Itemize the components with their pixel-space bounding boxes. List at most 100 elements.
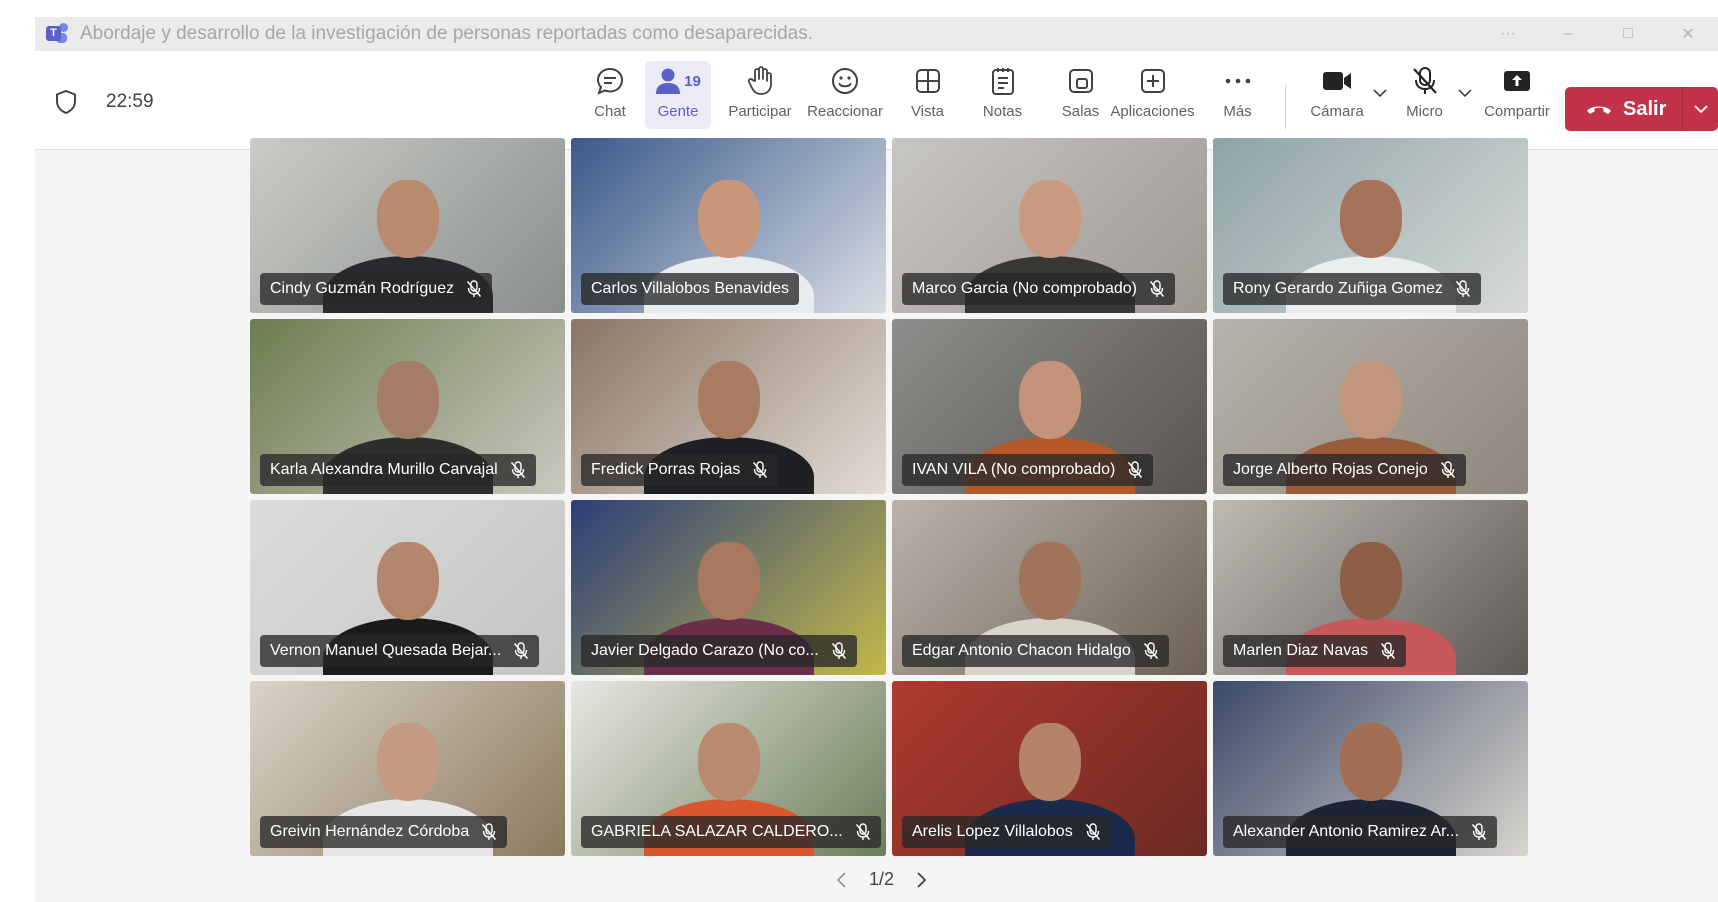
participant-nameplate: Arelis Lopez Villalobos	[902, 816, 1111, 848]
title-bar: T Abordaje y desarrollo de la investigac…	[35, 17, 1718, 51]
participant-name: Jorge Alberto Rojas Conejo	[1233, 461, 1428, 478]
more-label: Más	[1223, 103, 1252, 120]
maximize-icon[interactable]: □	[1598, 25, 1658, 43]
notes-button[interactable]: Notas	[975, 61, 1030, 129]
react-button[interactable]: Reaccionar	[800, 61, 890, 129]
camera-button[interactable]: Cámara	[1307, 61, 1367, 129]
participant-name: Arelis Lopez Villalobos	[912, 823, 1073, 840]
breakout-rooms-button[interactable]: Salas	[1053, 61, 1108, 129]
participant-tile[interactable]: Alexander Antonio Ramirez Ar...	[1213, 681, 1528, 856]
participant-tile[interactable]: Fredick Porras Rojas	[571, 319, 886, 494]
participant-name: Karla Alexandra Murillo Carvajal	[270, 461, 498, 478]
grid-view-icon	[915, 69, 940, 93]
people-button[interactable]: 19 Gente	[645, 61, 711, 129]
camera-options-chevron-icon[interactable]	[1372, 85, 1388, 101]
phone-hangup-icon	[1587, 106, 1611, 114]
participant-name: Cindy Guzmán Rodríguez	[270, 280, 455, 297]
toolbar-divider	[1285, 85, 1286, 129]
view-label: Vista	[910, 103, 945, 120]
share-label: Compartir	[1484, 103, 1550, 120]
participant-name: IVAN VILA (No comprobado)	[912, 461, 1116, 478]
camera-icon	[1323, 72, 1351, 90]
people-icon	[656, 68, 681, 94]
participant-nameplate: Karla Alexandra Murillo Carvajal	[260, 454, 536, 486]
view-button[interactable]: Vista	[900, 61, 955, 129]
more-button[interactable]: Más	[1215, 61, 1260, 129]
notes-label: Notas	[982, 103, 1023, 120]
participant-name: Fredick Porras Rojas	[591, 461, 741, 478]
window-title: Abordaje y desarrollo de la investigació…	[80, 23, 813, 44]
shield-icon[interactable]	[55, 89, 77, 115]
muted-mic-icon	[1143, 642, 1159, 660]
participant-tile[interactable]: Cindy Guzmán Rodríguez	[250, 138, 565, 313]
meeting-toolbar: 22:59 Chat 19 Gente Participar Reacciona…	[35, 51, 1718, 150]
muted-mic-icon	[1440, 461, 1456, 479]
muted-mic-icon	[513, 642, 529, 660]
apps-label: Aplicaciones	[1110, 103, 1195, 120]
window-controls: ··· – □ ✕	[1478, 17, 1718, 51]
raise-hand-label: Participar	[728, 103, 792, 120]
minimize-icon[interactable]: –	[1538, 25, 1598, 43]
mic-off-icon	[1412, 67, 1437, 94]
participant-name: Marlen Diaz Navas	[1233, 642, 1369, 659]
muted-mic-icon	[752, 461, 768, 479]
participant-nameplate: Vernon Manuel Quesada Bejar...	[260, 635, 540, 667]
chat-label: Chat	[594, 103, 626, 120]
participant-nameplate: Edgar Antonio Chacon Hidalgo	[902, 635, 1169, 667]
apps-button[interactable]: Aplicaciones	[1105, 61, 1200, 129]
participant-nameplate: GABRIELA SALAZAR CALDERO...	[581, 816, 881, 848]
participant-nameplate: Javier Delgado Carazo (No co...	[581, 635, 857, 667]
chat-button[interactable]: Chat	[580, 61, 640, 129]
participant-tile[interactable]: Greivin Hernández Córdoba	[250, 681, 565, 856]
participant-nameplate: Marco Garcia (No comprobado)	[902, 273, 1175, 305]
participant-nameplate: Jorge Alberto Rojas Conejo	[1223, 454, 1466, 486]
mic-label: Micro	[1406, 103, 1443, 120]
participant-nameplate: Rony Gerardo Zuñiga Gomez	[1223, 273, 1481, 305]
mic-button[interactable]: Micro	[1397, 61, 1452, 129]
notes-icon	[991, 68, 1014, 95]
leave-button[interactable]: Salir	[1565, 87, 1718, 131]
participant-tile[interactable]: Marlen Diaz Navas	[1213, 500, 1528, 675]
share-button[interactable]: Compartir	[1477, 61, 1557, 129]
participant-name: GABRIELA SALAZAR CALDERO...	[591, 823, 843, 840]
participant-tile[interactable]: Karla Alexandra Murillo Carvajal	[250, 319, 565, 494]
leave-options-chevron-icon[interactable]	[1683, 87, 1718, 131]
participant-tile[interactable]: Arelis Lopez Villalobos	[892, 681, 1207, 856]
participant-tile[interactable]: Javier Delgado Carazo (No co...	[571, 500, 886, 675]
participant-tile[interactable]: Marco Garcia (No comprobado)	[892, 138, 1207, 313]
participant-tile[interactable]: GABRIELA SALAZAR CALDERO...	[571, 681, 886, 856]
muted-mic-icon	[1127, 461, 1143, 479]
participant-tile[interactable]: IVAN VILA (No comprobado)	[892, 319, 1207, 494]
mic-options-chevron-icon[interactable]	[1457, 85, 1473, 101]
participant-tile[interactable]: Carlos Villalobos Benavides	[571, 138, 886, 313]
muted-mic-icon	[1380, 642, 1396, 660]
participant-tile[interactable]: Rony Gerardo Zuñiga Gomez	[1213, 138, 1528, 313]
participant-name: Javier Delgado Carazo (No co...	[591, 642, 819, 659]
react-label: Reaccionar	[807, 103, 883, 120]
breakout-rooms-label: Salas	[1061, 103, 1100, 120]
participant-tile[interactable]: Jorge Alberto Rojas Conejo	[1213, 319, 1528, 494]
people-count: 19	[684, 72, 701, 90]
muted-mic-icon	[481, 823, 497, 841]
breakout-rooms-icon	[1068, 69, 1093, 93]
participant-name: Edgar Antonio Chacon Hidalgo	[912, 642, 1131, 659]
participant-tile[interactable]: Edgar Antonio Chacon Hidalgo	[892, 500, 1207, 675]
teams-window: T Abordaje y desarrollo de la investigac…	[35, 17, 1718, 902]
chat-icon	[596, 67, 624, 95]
close-icon[interactable]: ✕	[1658, 24, 1718, 44]
raise-hand-icon	[747, 66, 772, 95]
participant-nameplate: Cindy Guzmán Rodríguez	[260, 273, 493, 305]
participant-nameplate: IVAN VILA (No comprobado)	[902, 454, 1154, 486]
more-icon	[1225, 78, 1250, 84]
emoji-icon	[832, 68, 858, 94]
more-options-icon[interactable]: ···	[1478, 25, 1538, 43]
muted-mic-icon	[1149, 280, 1165, 298]
raise-hand-button[interactable]: Participar	[720, 61, 800, 129]
next-page-icon[interactable]	[914, 871, 928, 889]
participant-name: Carlos Villalobos Benavides	[591, 280, 790, 297]
video-grid: Cindy Guzmán Rodríguez Carlos Villalobos …	[250, 138, 1528, 856]
participant-tile[interactable]: Vernon Manuel Quesada Bejar...	[250, 500, 565, 675]
participant-name: Marco Garcia (No comprobado)	[912, 280, 1137, 297]
participant-nameplate: Alexander Antonio Ramirez Ar...	[1223, 816, 1497, 848]
previous-page-icon[interactable]	[835, 871, 849, 889]
